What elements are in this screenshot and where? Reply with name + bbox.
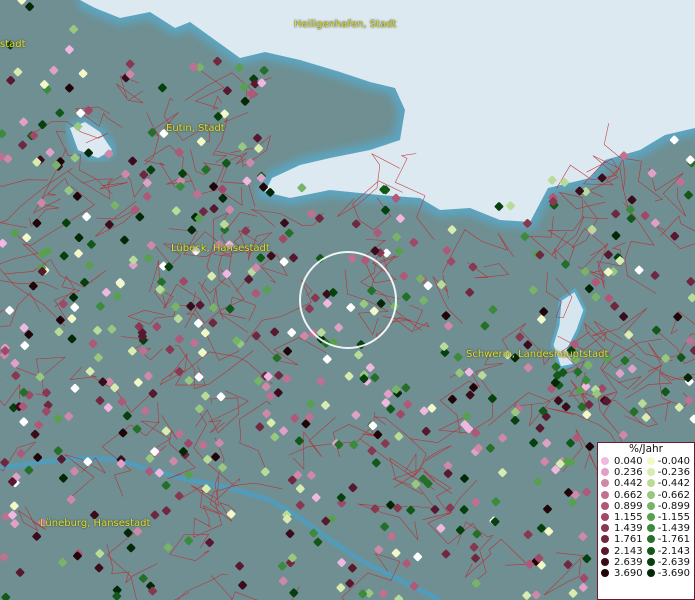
legend-dot [601, 501, 609, 510]
legend-row: 0.040 -0.040 [601, 456, 694, 467]
legend-value-negative: -0.899 [657, 500, 690, 512]
legend-dot [601, 568, 609, 577]
legend-dot [601, 524, 609, 533]
legend-swatch-positive [601, 467, 610, 478]
legend-swatch-negative [646, 501, 656, 512]
city-label-heiligenhafen: Heiligenhafen, Stadt [294, 19, 397, 30]
legend-swatch-negative [646, 546, 656, 557]
legend-dot [646, 557, 655, 566]
legend-value-negative: -2.143 [657, 545, 690, 557]
legend-swatch-positive [601, 557, 610, 568]
legend-swatch-positive [601, 501, 610, 512]
legend-dot [601, 546, 609, 555]
legend-value-positive: 0.899 [614, 500, 643, 512]
legend-table: 0.040 -0.040 0.236 -0.236 0.442 -0.442 0.662 -0… [601, 456, 694, 579]
legend-row: 3.690 -3.690 [601, 568, 694, 579]
legend-row: 0.899 -0.899 [601, 501, 694, 512]
legend-dot [601, 557, 609, 566]
legend-value-negative: -0.442 [657, 478, 690, 490]
legend-title: %/Jahr [628, 443, 664, 455]
legend-swatch-negative [646, 523, 656, 534]
legend-swatch-positive [601, 490, 610, 501]
legend-value-negative: -0.236 [657, 467, 690, 479]
legend-dot [601, 535, 609, 544]
legend-value-negative: -1.761 [657, 534, 690, 546]
city-label-luebeck: Lübeck, Hansestadt [171, 243, 270, 254]
legend-swatch-negative [646, 456, 656, 467]
legend-value-positive: 1.439 [614, 523, 643, 535]
city-label-lueneburg: Lüneburg, Hansestadt [40, 518, 151, 529]
legend-value-positive: 0.236 [614, 467, 643, 479]
legend-dot [646, 479, 655, 488]
legend-swatch-positive [601, 546, 610, 557]
legend-swatch-negative [646, 568, 656, 579]
legend-dot [601, 490, 609, 499]
legend-value-positive: 2.143 [614, 545, 643, 557]
legend-dot [646, 490, 655, 499]
legend-value-negative: -0.662 [657, 489, 690, 501]
legend-swatch-negative [646, 478, 656, 489]
legend-swatch-positive [601, 568, 610, 579]
legend-swatch-positive [601, 478, 610, 489]
legend-dot [601, 468, 609, 477]
legend-value-positive: 0.442 [614, 478, 643, 490]
legend-swatch-negative [646, 557, 656, 568]
legend-row: 1.155 -1.155 [601, 512, 694, 523]
legend-dot [601, 457, 609, 466]
legend-row: 2.639 -2.639 [601, 557, 694, 568]
legend: %/Jahr 0.040 -0.040 0.236 -0.236 0.442 -0.442… [597, 442, 695, 600]
legend-dot [646, 568, 655, 577]
legend-row: 1.761 -1.761 [601, 534, 694, 545]
city-label-schwerin: Schwerin, Landeshauptstadt [466, 349, 609, 360]
city-label-stadt-edge: stadt [0, 39, 26, 50]
legend-dot [646, 535, 655, 544]
legend-swatch-negative [646, 534, 656, 545]
legend-swatch-positive [601, 456, 610, 467]
legend-dot [601, 513, 609, 522]
legend-swatch-negative [646, 467, 656, 478]
legend-row: 0.442 -0.442 [601, 478, 694, 489]
legend-dot [646, 501, 655, 510]
legend-value-negative: -2.639 [657, 556, 690, 568]
legend-row: 2.143 -2.143 [601, 546, 694, 557]
legend-value-negative: -1.155 [657, 512, 690, 524]
legend-dot [646, 468, 655, 477]
legend-swatch-positive [601, 523, 610, 534]
legend-value-positive: 0.662 [614, 489, 643, 501]
legend-row: 1.439 -1.439 [601, 523, 694, 534]
legend-row: 0.236 -0.236 [601, 467, 694, 478]
legend-value-negative: -3.690 [657, 567, 690, 579]
legend-value-positive: 3.690 [614, 567, 643, 579]
map-canvas[interactable] [0, 0, 695, 600]
legend-value-positive: 1.155 [614, 512, 643, 524]
legend-swatch-negative [646, 490, 656, 501]
legend-value-negative: -1.439 [657, 523, 690, 535]
legend-dot [646, 513, 655, 522]
legend-value-negative: -0.040 [657, 456, 690, 468]
legend-swatch-positive [601, 512, 610, 523]
legend-swatch-positive [601, 534, 610, 545]
legend-value-positive: 2.639 [614, 556, 643, 568]
legend-value-positive: 0.040 [614, 456, 643, 468]
city-label-eutin: Eutin, Stadt [166, 123, 225, 134]
legend-row: 0.662 -0.662 [601, 490, 694, 501]
legend-dot [646, 524, 655, 533]
legend-value-positive: 1.761 [614, 534, 643, 546]
map-view[interactable]: Heiligenhafen, Stadt Eutin, Stadt Lübeck… [0, 0, 695, 600]
legend-dot [601, 479, 609, 488]
legend-swatch-negative [646, 512, 656, 523]
legend-dot [646, 546, 655, 555]
legend-dot [646, 457, 655, 466]
